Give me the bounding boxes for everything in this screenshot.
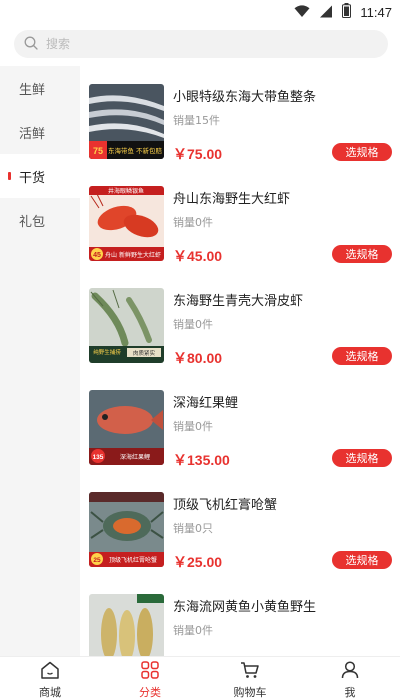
product-title[interactable]: 深海红果鲤 [173,392,238,411]
bottom-nav: 商城 分类 购物车 我 [0,656,400,700]
select-spec-button[interactable]: 选规格 [332,245,392,263]
status-bar: 11:47 [0,0,400,24]
search-bar[interactable] [14,30,388,58]
thumb-caption: 舟山 新鲜野生大红虾 [105,251,161,259]
search-icon [24,35,38,54]
product-card[interactable]: 135 深海红果鲤 深海红果鲤 销量0件 ￥135.00 选规格 [80,372,400,474]
nav-label: 我 [344,686,356,699]
product-sales: 销量0件 [173,216,213,229]
nav-item-cart[interactable]: 购物车 [200,657,300,700]
home-icon [40,661,60,682]
select-spec-button[interactable]: 选规格 [332,347,392,365]
product-image[interactable]: 纯野生捕捞 肉质紧实 [89,288,164,363]
sidebar-item-live[interactable]: 活鲜 [0,110,80,154]
category-icon [141,661,159,682]
sidebar-item-label: 礼包 [19,214,46,230]
nav-item-me[interactable]: 我 [300,657,400,700]
sidebar-item-fresh[interactable]: 生鲜 [0,66,80,110]
signal-icon [319,3,333,22]
user-icon [341,661,359,682]
sidebar-item-dried[interactable]: 干货 [0,154,80,198]
search-input[interactable] [46,37,346,51]
product-price: ￥80.00 [173,350,223,366]
thumb-caption: 顶级飞机红膏呛蟹 [109,556,157,564]
product-image[interactable]: 25 顶级飞机红膏呛蟹 [89,492,164,567]
product-sales: 销量0只 [173,522,213,535]
product-sales: 销量15件 [173,114,220,127]
product-image[interactable]: 135 深海红果鲤 [89,390,164,465]
product-image[interactable]: 75 东海带鱼 不新包赔 [89,84,164,159]
sidebar-item-label: 活鲜 [19,126,46,142]
nav-label: 分类 [139,686,161,699]
product-image[interactable] [89,594,164,656]
thumb-caption: 东海带鱼 不新包赔 [108,146,163,155]
thumb-tag: 肉质紧实 [133,349,156,357]
product-title[interactable]: 东海流网黄鱼小黄鱼野生 [173,596,316,615]
thumb-caption: 纯野生捕捞 [93,348,121,356]
nav-item-category[interactable]: 分类 [100,657,200,700]
wifi-icon [294,3,310,22]
select-spec-button[interactable]: 选规格 [332,551,392,569]
product-title[interactable]: 小眼特级东海大带鱼整条 [173,86,316,105]
product-title[interactable]: 东海野生青壳大滑皮虾 [173,290,303,309]
product-sales: 销量0件 [173,624,213,637]
status-time: 11:47 [360,5,392,20]
battery-icon [342,3,352,22]
product-title[interactable]: 顶级飞机红膏呛蟹 [173,494,277,513]
product-title[interactable]: 舟山东海野生大红虾 [173,188,290,207]
thumb-badge: 45 [93,252,101,259]
product-card[interactable]: 东海流网黄鱼小黄鱼野生 销量0件 [80,576,400,656]
category-sidebar: 生鲜 活鲜 干货 礼包 [0,66,80,656]
thumb-top-text: 井海眼鳞银鱼 [108,187,144,195]
nav-label: 商城 [39,686,61,699]
select-spec-button[interactable]: 选规格 [332,449,392,467]
product-card[interactable]: 75 东海带鱼 不新包赔 小眼特级东海大带鱼整条 销量15件 ￥75.00 选规… [80,66,400,168]
product-price: ￥25.00 [173,554,223,570]
product-price: ￥45.00 [173,248,223,264]
thumb-badge: 25 [93,557,101,564]
select-spec-button[interactable]: 选规格 [332,143,392,161]
product-price: ￥135.00 [173,452,230,468]
cart-icon [240,661,260,682]
nav-label: 购物车 [233,686,267,699]
active-indicator [8,172,11,180]
product-image[interactable]: 井海眼鳞银鱼 45 舟山 新鲜野生大红虾 [89,186,164,261]
product-sales: 销量0件 [173,318,213,331]
sidebar-item-label: 生鲜 [19,82,46,98]
product-list: 75 东海带鱼 不新包赔 小眼特级东海大带鱼整条 销量15件 ￥75.00 选规… [80,66,400,656]
product-card[interactable]: 井海眼鳞银鱼 45 舟山 新鲜野生大红虾 舟山东海野生大红虾 销量0件 ￥45.… [80,168,400,270]
product-card[interactable]: 25 顶级飞机红膏呛蟹 顶级飞机红膏呛蟹 销量0只 ￥25.00 选规格 [80,474,400,576]
thumb-badge: 75 [93,146,103,156]
sidebar-item-label: 干货 [19,170,46,186]
product-sales: 销量0件 [173,420,213,433]
nav-item-mall[interactable]: 商城 [0,657,100,700]
product-price: ￥75.00 [173,146,223,162]
sidebar-item-gift[interactable]: 礼包 [0,198,80,242]
product-card[interactable]: 纯野生捕捞 肉质紧实 东海野生青壳大滑皮虾 销量0件 ￥80.00 选规格 [80,270,400,372]
status-icons: 11:47 [294,3,392,22]
thumb-caption: 深海红果鲤 [120,453,150,461]
thumb-badge: 135 [93,454,104,461]
